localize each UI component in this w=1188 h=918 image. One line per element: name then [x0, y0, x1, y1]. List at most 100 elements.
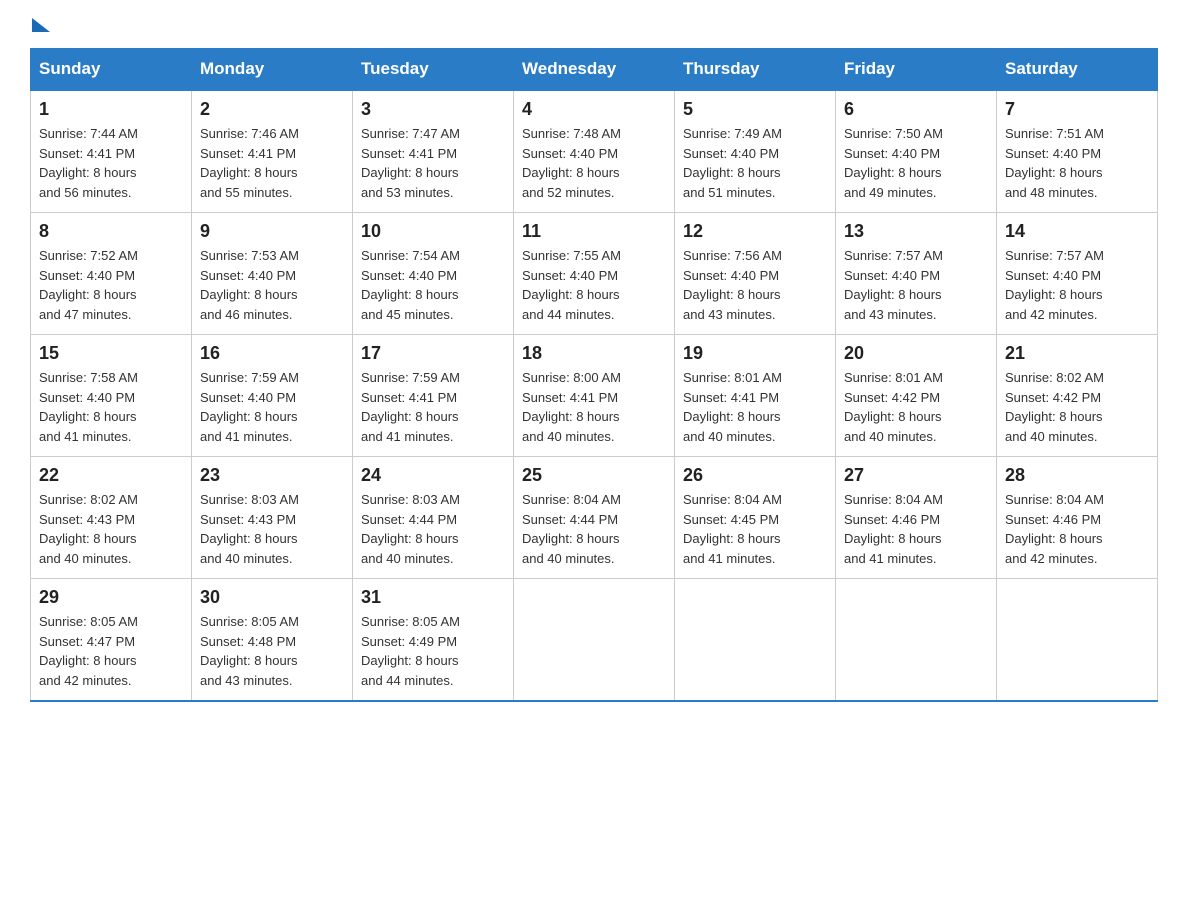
calendar-cell: 2 Sunrise: 7:46 AM Sunset: 4:41 PM Daylig… — [192, 90, 353, 213]
day-number: 24 — [361, 465, 505, 486]
calendar-week-row: 1 Sunrise: 7:44 AM Sunset: 4:41 PM Daylig… — [31, 90, 1158, 213]
day-number: 27 — [844, 465, 988, 486]
day-info: Sunrise: 8:02 AM Sunset: 4:42 PM Dayligh… — [1005, 368, 1149, 446]
calendar-week-row: 15 Sunrise: 7:58 AM Sunset: 4:40 PM Dayli… — [31, 335, 1158, 457]
day-info: Sunrise: 7:53 AM Sunset: 4:40 PM Dayligh… — [200, 246, 344, 324]
day-number: 29 — [39, 587, 183, 608]
calendar-cell: 15 Sunrise: 7:58 AM Sunset: 4:40 PM Dayli… — [31, 335, 192, 457]
day-number: 12 — [683, 221, 827, 242]
day-info: Sunrise: 7:51 AM Sunset: 4:40 PM Dayligh… — [1005, 124, 1149, 202]
calendar-cell: 22 Sunrise: 8:02 AM Sunset: 4:43 PM Dayli… — [31, 457, 192, 579]
calendar-cell — [514, 579, 675, 702]
day-info: Sunrise: 8:04 AM Sunset: 4:46 PM Dayligh… — [844, 490, 988, 568]
calendar-week-row: 22 Sunrise: 8:02 AM Sunset: 4:43 PM Dayli… — [31, 457, 1158, 579]
day-number: 2 — [200, 99, 344, 120]
day-number: 23 — [200, 465, 344, 486]
col-header-thursday: Thursday — [675, 49, 836, 91]
calendar-header-row: SundayMondayTuesdayWednesdayThursdayFrid… — [31, 49, 1158, 91]
day-info: Sunrise: 8:05 AM Sunset: 4:47 PM Dayligh… — [39, 612, 183, 690]
calendar-cell: 29 Sunrise: 8:05 AM Sunset: 4:47 PM Dayli… — [31, 579, 192, 702]
day-info: Sunrise: 7:58 AM Sunset: 4:40 PM Dayligh… — [39, 368, 183, 446]
day-info: Sunrise: 7:49 AM Sunset: 4:40 PM Dayligh… — [683, 124, 827, 202]
calendar-cell — [675, 579, 836, 702]
logo-arrow-icon — [32, 18, 50, 36]
calendar-cell: 19 Sunrise: 8:01 AM Sunset: 4:41 PM Dayli… — [675, 335, 836, 457]
day-number: 9 — [200, 221, 344, 242]
calendar-cell: 20 Sunrise: 8:01 AM Sunset: 4:42 PM Dayli… — [836, 335, 997, 457]
col-header-tuesday: Tuesday — [353, 49, 514, 91]
day-info: Sunrise: 7:47 AM Sunset: 4:41 PM Dayligh… — [361, 124, 505, 202]
day-info: Sunrise: 7:44 AM Sunset: 4:41 PM Dayligh… — [39, 124, 183, 202]
day-number: 21 — [1005, 343, 1149, 364]
calendar-cell: 7 Sunrise: 7:51 AM Sunset: 4:40 PM Daylig… — [997, 90, 1158, 213]
day-info: Sunrise: 8:05 AM Sunset: 4:48 PM Dayligh… — [200, 612, 344, 690]
calendar-cell: 31Sunrise: 8:05 AM Sunset: 4:49 PM Dayli… — [353, 579, 514, 702]
calendar-week-row: 8 Sunrise: 7:52 AM Sunset: 4:40 PM Daylig… — [31, 213, 1158, 335]
col-header-friday: Friday — [836, 49, 997, 91]
calendar-cell: 24 Sunrise: 8:03 AM Sunset: 4:44 PM Dayli… — [353, 457, 514, 579]
calendar-cell: 23 Sunrise: 8:03 AM Sunset: 4:43 PM Dayli… — [192, 457, 353, 579]
day-number: 28 — [1005, 465, 1149, 486]
day-number: 13 — [844, 221, 988, 242]
calendar-cell: 5Sunrise: 7:49 AM Sunset: 4:40 PM Daylig… — [675, 90, 836, 213]
day-info: Sunrise: 7:57 AM Sunset: 4:40 PM Dayligh… — [1005, 246, 1149, 324]
day-number: 16 — [200, 343, 344, 364]
calendar-cell: 25 Sunrise: 8:04 AM Sunset: 4:44 PM Dayli… — [514, 457, 675, 579]
calendar-cell: 16Sunrise: 7:59 AM Sunset: 4:40 PM Dayli… — [192, 335, 353, 457]
col-header-saturday: Saturday — [997, 49, 1158, 91]
calendar-cell: 28 Sunrise: 8:04 AM Sunset: 4:46 PM Dayli… — [997, 457, 1158, 579]
day-number: 19 — [683, 343, 827, 364]
day-number: 30 — [200, 587, 344, 608]
day-number: 15 — [39, 343, 183, 364]
logo — [30, 20, 50, 38]
calendar-cell: 13Sunrise: 7:57 AM Sunset: 4:40 PM Dayli… — [836, 213, 997, 335]
day-number: 20 — [844, 343, 988, 364]
calendar-cell: 1 Sunrise: 7:44 AM Sunset: 4:41 PM Daylig… — [31, 90, 192, 213]
day-info: Sunrise: 7:59 AM Sunset: 4:41 PM Dayligh… — [361, 368, 505, 446]
calendar-cell: 8 Sunrise: 7:52 AM Sunset: 4:40 PM Daylig… — [31, 213, 192, 335]
page-header — [30, 20, 1158, 38]
calendar-cell: 17 Sunrise: 7:59 AM Sunset: 4:41 PM Dayli… — [353, 335, 514, 457]
day-info: Sunrise: 8:03 AM Sunset: 4:43 PM Dayligh… — [200, 490, 344, 568]
day-info: Sunrise: 8:04 AM Sunset: 4:46 PM Dayligh… — [1005, 490, 1149, 568]
day-info: Sunrise: 8:04 AM Sunset: 4:44 PM Dayligh… — [522, 490, 666, 568]
day-number: 25 — [522, 465, 666, 486]
calendar-cell — [997, 579, 1158, 702]
calendar-cell: 11Sunrise: 7:55 AM Sunset: 4:40 PM Dayli… — [514, 213, 675, 335]
day-number: 6 — [844, 99, 988, 120]
day-number: 1 — [39, 99, 183, 120]
calendar-cell: 21 Sunrise: 8:02 AM Sunset: 4:42 PM Dayli… — [997, 335, 1158, 457]
day-number: 18 — [522, 343, 666, 364]
col-header-wednesday: Wednesday — [514, 49, 675, 91]
calendar-cell: 14Sunrise: 7:57 AM Sunset: 4:40 PM Dayli… — [997, 213, 1158, 335]
calendar-week-row: 29 Sunrise: 8:05 AM Sunset: 4:47 PM Dayli… — [31, 579, 1158, 702]
day-number: 10 — [361, 221, 505, 242]
calendar-cell: 4 Sunrise: 7:48 AM Sunset: 4:40 PM Daylig… — [514, 90, 675, 213]
calendar-table: SundayMondayTuesdayWednesdayThursdayFrid… — [30, 48, 1158, 702]
day-info: Sunrise: 7:56 AM Sunset: 4:40 PM Dayligh… — [683, 246, 827, 324]
day-info: Sunrise: 8:02 AM Sunset: 4:43 PM Dayligh… — [39, 490, 183, 568]
day-info: Sunrise: 8:01 AM Sunset: 4:42 PM Dayligh… — [844, 368, 988, 446]
day-info: Sunrise: 7:46 AM Sunset: 4:41 PM Dayligh… — [200, 124, 344, 202]
day-number: 3 — [361, 99, 505, 120]
day-info: Sunrise: 8:00 AM Sunset: 4:41 PM Dayligh… — [522, 368, 666, 446]
day-number: 7 — [1005, 99, 1149, 120]
calendar-cell: 12 Sunrise: 7:56 AM Sunset: 4:40 PM Dayli… — [675, 213, 836, 335]
calendar-cell: 27 Sunrise: 8:04 AM Sunset: 4:46 PM Dayli… — [836, 457, 997, 579]
day-number: 4 — [522, 99, 666, 120]
calendar-cell: 18 Sunrise: 8:00 AM Sunset: 4:41 PM Dayli… — [514, 335, 675, 457]
day-number: 22 — [39, 465, 183, 486]
day-number: 17 — [361, 343, 505, 364]
day-info: Sunrise: 8:01 AM Sunset: 4:41 PM Dayligh… — [683, 368, 827, 446]
day-info: Sunrise: 7:48 AM Sunset: 4:40 PM Dayligh… — [522, 124, 666, 202]
col-header-sunday: Sunday — [31, 49, 192, 91]
calendar-cell: 10 Sunrise: 7:54 AM Sunset: 4:40 PM Dayli… — [353, 213, 514, 335]
day-info: Sunrise: 7:52 AM Sunset: 4:40 PM Dayligh… — [39, 246, 183, 324]
day-info: Sunrise: 7:50 AM Sunset: 4:40 PM Dayligh… — [844, 124, 988, 202]
day-info: Sunrise: 8:03 AM Sunset: 4:44 PM Dayligh… — [361, 490, 505, 568]
day-number: 8 — [39, 221, 183, 242]
calendar-cell: 26Sunrise: 8:04 AM Sunset: 4:45 PM Dayli… — [675, 457, 836, 579]
calendar-cell: 6 Sunrise: 7:50 AM Sunset: 4:40 PM Daylig… — [836, 90, 997, 213]
day-number: 26 — [683, 465, 827, 486]
day-info: Sunrise: 7:54 AM Sunset: 4:40 PM Dayligh… — [361, 246, 505, 324]
